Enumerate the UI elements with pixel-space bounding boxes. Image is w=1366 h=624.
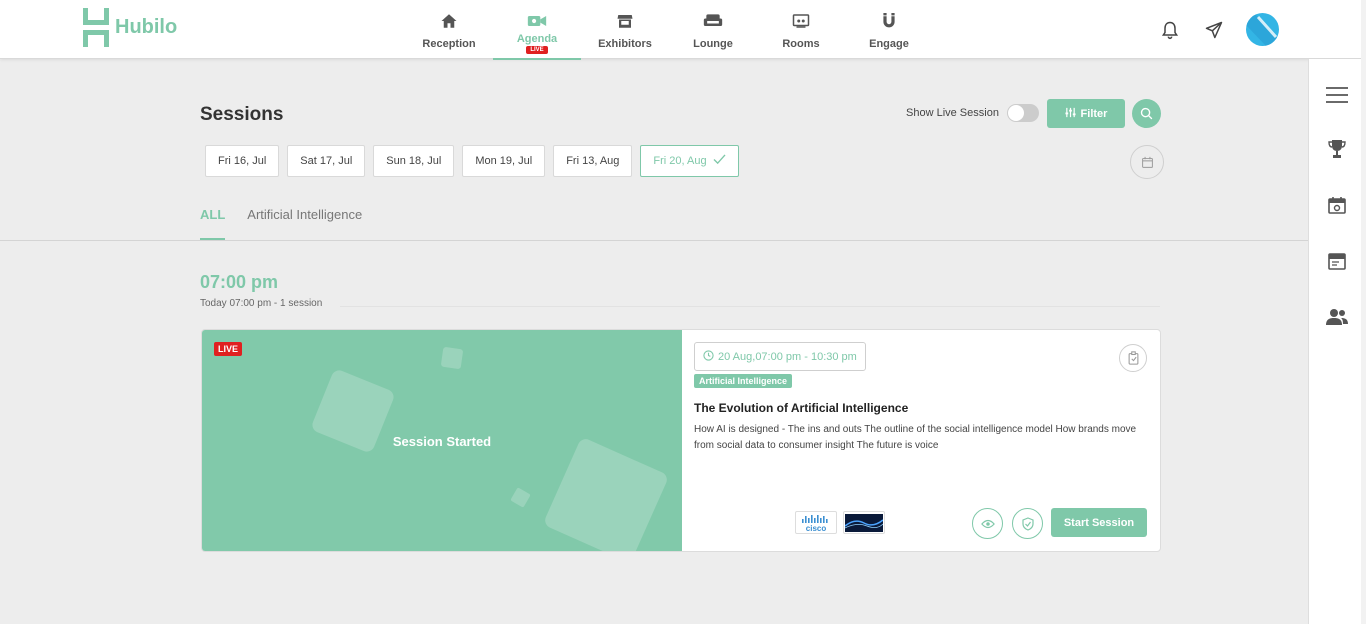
calendar-icon bbox=[1141, 156, 1153, 168]
svg-text:cisco: cisco bbox=[806, 524, 827, 533]
divider bbox=[340, 306, 1160, 307]
session-time-label: 20 Aug,07:00 pm - 10:30 pm bbox=[718, 350, 857, 363]
date-chip[interactable]: Fri 13, Aug bbox=[553, 145, 633, 177]
add-to-calendar-button[interactable] bbox=[1119, 344, 1147, 372]
sliders-icon bbox=[1065, 107, 1076, 121]
session-status: Session Started bbox=[392, 434, 492, 449]
preview-button[interactable] bbox=[972, 508, 1003, 539]
date-chip[interactable]: Sat 17, Jul bbox=[287, 145, 366, 177]
sofa-icon bbox=[703, 11, 723, 31]
calendar-button[interactable] bbox=[1130, 145, 1164, 179]
shield-check-icon bbox=[1021, 516, 1034, 531]
nav-label: Engage bbox=[869, 38, 909, 50]
track-tag: Artificial Intelligence bbox=[694, 374, 793, 388]
clock-icon bbox=[703, 349, 714, 364]
calendar-icon[interactable] bbox=[1325, 193, 1349, 217]
live-badge: LIVE bbox=[526, 46, 548, 54]
decor-shape bbox=[542, 436, 670, 551]
date-chip[interactable]: Sun 18, Jul bbox=[373, 145, 455, 177]
session-title[interactable]: The Evolution of Artificial Intelligence bbox=[694, 401, 908, 415]
track-tabs: ALL Artificial Intelligence bbox=[200, 207, 362, 240]
session-card[interactable]: LIVE Session Started 20 Aug,07:00 pm - 1… bbox=[201, 329, 1161, 552]
check-icon bbox=[713, 154, 726, 168]
nav-engage[interactable]: Engage bbox=[845, 0, 933, 59]
bell-icon[interactable] bbox=[1160, 20, 1180, 40]
nav-label: Reception bbox=[422, 38, 476, 50]
menu-icon[interactable] bbox=[1325, 83, 1349, 107]
nav-label: Rooms bbox=[782, 38, 820, 50]
nav-label: Agenda bbox=[516, 33, 558, 45]
main-nav: Reception Agenda LIVE Exhibitors Lounge bbox=[405, 0, 933, 60]
main-content: Sessions Show Live Session Filter Fri 16… bbox=[0, 59, 1308, 624]
nav-exhibitors[interactable]: Exhibitors bbox=[581, 0, 669, 59]
date-label: Fri 20, Aug bbox=[653, 155, 707, 167]
nav-agenda[interactable]: Agenda LIVE bbox=[493, 0, 581, 60]
page-scrollbar[interactable] bbox=[1361, 0, 1366, 624]
eye-icon bbox=[980, 519, 995, 528]
page-title: Sessions bbox=[200, 104, 284, 125]
session-details: 20 Aug,07:00 pm - 10:30 pm Artificial In… bbox=[682, 330, 1160, 551]
filter-button[interactable]: Filter bbox=[1047, 99, 1125, 128]
session-description: How AI is designed - The ins and outs Th… bbox=[694, 424, 1137, 451]
nav-label: Lounge bbox=[693, 38, 733, 50]
date-chip-selected[interactable]: Fri 20, Aug bbox=[640, 145, 739, 177]
people-icon[interactable] bbox=[1325, 305, 1349, 329]
tab-artificial-intelligence[interactable]: Artificial Intelligence bbox=[247, 207, 362, 240]
moderate-button[interactable] bbox=[1012, 508, 1043, 539]
time-group-heading: 07:00 pm bbox=[200, 272, 279, 292]
live-tag: LIVE bbox=[214, 342, 243, 356]
divider bbox=[0, 240, 1308, 241]
search-icon bbox=[1140, 107, 1153, 120]
date-selector: Fri 16, Jul Sat 17, Jul Sun 18, Jul Mon … bbox=[205, 145, 739, 177]
session-time: 20 Aug,07:00 pm - 10:30 pm bbox=[694, 342, 866, 371]
magnet-icon bbox=[879, 11, 899, 31]
date-chip[interactable]: Fri 16, Jul bbox=[205, 145, 280, 177]
home-icon bbox=[439, 11, 459, 31]
sponsor-logo[interactable] bbox=[843, 511, 885, 534]
sponsor-logos: cisco bbox=[795, 511, 885, 534]
clipboard-icon bbox=[1128, 351, 1138, 365]
decor-shape bbox=[440, 346, 464, 370]
video-camera-icon bbox=[527, 11, 547, 31]
top-navigation-bar: Hubilo Reception Agenda LIVE Exhibitors bbox=[0, 0, 1366, 60]
cisco-logo[interactable]: cisco bbox=[795, 511, 837, 534]
avatar[interactable] bbox=[1246, 13, 1279, 46]
start-session-button[interactable]: Start Session bbox=[1051, 508, 1147, 537]
hubilo-logo[interactable]: Hubilo bbox=[83, 8, 177, 47]
logo-mark-icon bbox=[83, 8, 109, 47]
nav-label: Exhibitors bbox=[598, 38, 652, 50]
store-icon bbox=[615, 11, 635, 31]
time-group-subtitle: Today 07:00 pm - 1 session bbox=[200, 298, 323, 309]
nav-rooms[interactable]: Rooms bbox=[757, 0, 845, 59]
tab-all[interactable]: ALL bbox=[200, 207, 226, 240]
filter-label: Filter bbox=[1080, 107, 1108, 120]
session-banner[interactable]: LIVE Session Started bbox=[202, 330, 682, 551]
show-live-label: Show Live Session bbox=[906, 107, 999, 119]
screen-icon bbox=[791, 11, 811, 31]
logo-text: Hubilo bbox=[115, 16, 178, 38]
paper-plane-icon[interactable] bbox=[1204, 20, 1224, 40]
show-live-toggle[interactable] bbox=[1007, 104, 1039, 122]
window-icon[interactable] bbox=[1325, 249, 1349, 273]
nav-reception[interactable]: Reception bbox=[405, 0, 493, 59]
decor-shape bbox=[510, 487, 531, 508]
date-chip[interactable]: Mon 19, Jul bbox=[462, 145, 546, 177]
trophy-icon[interactable] bbox=[1325, 137, 1349, 161]
nav-lounge[interactable]: Lounge bbox=[669, 0, 757, 59]
search-button[interactable] bbox=[1132, 99, 1161, 128]
right-sidebar bbox=[1308, 59, 1366, 624]
